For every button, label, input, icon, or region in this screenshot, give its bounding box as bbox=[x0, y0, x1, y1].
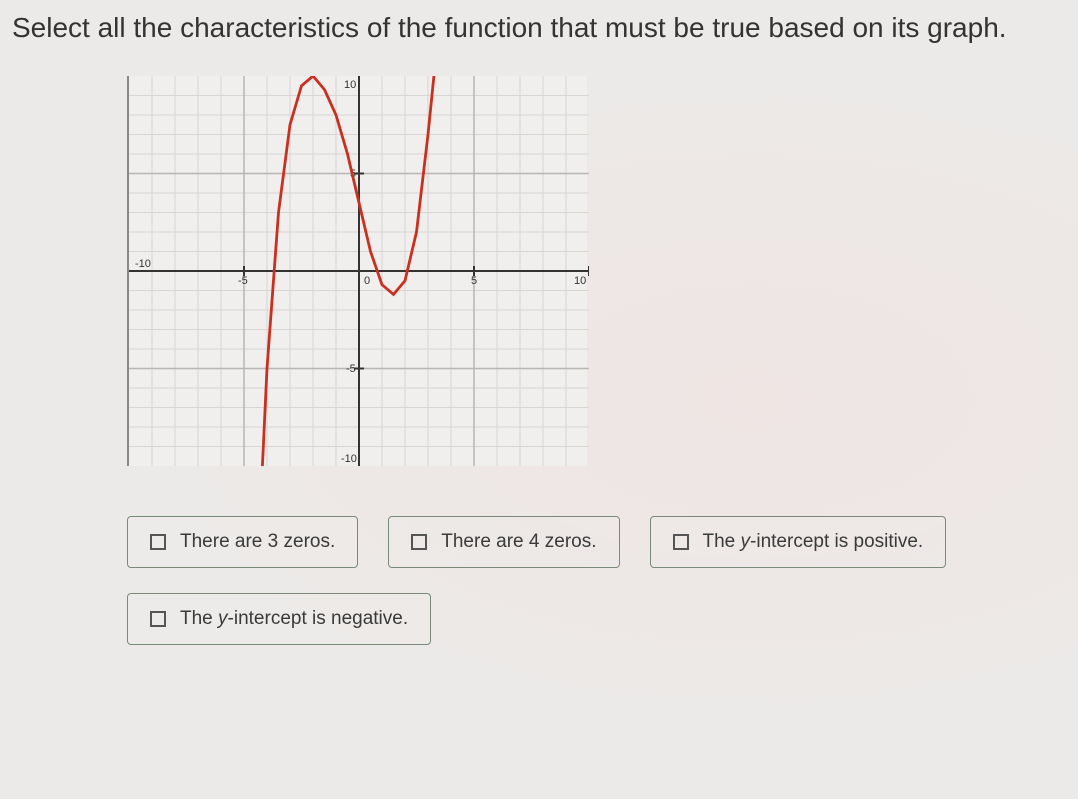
option-label: The y-intercept is negative. bbox=[180, 608, 408, 630]
chart-container: -10 -5 0 5 10 10 5 -5 -10 bbox=[127, 76, 1066, 466]
option-4-zeros[interactable]: There are 4 zeros. bbox=[388, 516, 619, 568]
option-3-zeros[interactable]: There are 3 zeros. bbox=[127, 516, 358, 568]
checkbox-icon bbox=[150, 611, 166, 627]
checkbox-icon bbox=[411, 534, 427, 550]
checkbox-icon bbox=[150, 534, 166, 550]
y-tick-neg5: -5 bbox=[346, 363, 356, 375]
option-y-intercept-positive[interactable]: The y-intercept is positive. bbox=[650, 516, 947, 568]
x-tick-neg5: -5 bbox=[238, 275, 248, 287]
x-tick-neg10: -10 bbox=[135, 258, 151, 270]
answer-options: There are 3 zeros. There are 4 zeros. Th… bbox=[127, 516, 1066, 645]
question-text: Select all the characteristics of the fu… bbox=[12, 10, 1066, 46]
option-label: There are 3 zeros. bbox=[180, 531, 335, 553]
function-graph: -10 -5 0 5 10 10 5 -5 -10 bbox=[127, 76, 587, 466]
y-tick-neg10: -10 bbox=[341, 453, 357, 465]
checkbox-icon bbox=[673, 534, 689, 550]
x-tick-pos5: 5 bbox=[471, 275, 477, 287]
option-y-intercept-negative[interactable]: The y-intercept is negative. bbox=[127, 593, 431, 645]
origin-label: 0 bbox=[364, 275, 370, 287]
option-label: The y-intercept is positive. bbox=[703, 531, 924, 553]
y-tick-pos10: 10 bbox=[344, 79, 356, 91]
option-label: There are 4 zeros. bbox=[441, 531, 596, 553]
x-tick-pos10: 10 bbox=[574, 275, 586, 287]
